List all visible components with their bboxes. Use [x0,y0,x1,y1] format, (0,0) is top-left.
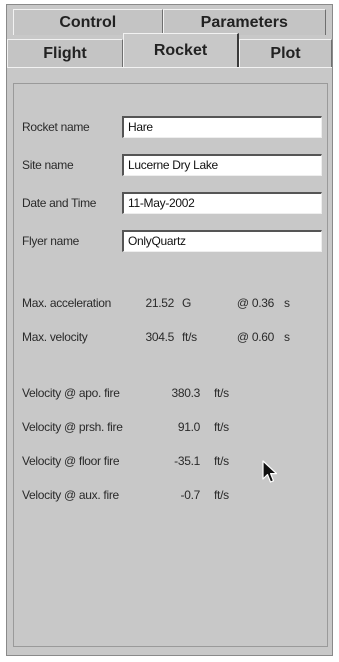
max-acceleration-value: 21.52 [145,296,174,310]
max-velocity-unit: ft/s [182,330,197,344]
site-name-label: Site name [22,158,74,172]
velocity-prsh-label: Velocity @ prsh. fire [22,420,123,434]
max-acceleration-unit: G [182,296,192,310]
velocity-prsh-unit: ft/s [214,420,229,434]
tab-control[interactable]: Control [13,9,163,35]
velocity-floor-label: Velocity @ floor fire [22,454,120,468]
rocket-window: Control Parameters Flight Rocket Plot Ro… [6,4,333,656]
velocity-apo-value: 380.3 [171,386,200,400]
velocity-floor-unit: ft/s [214,454,229,468]
max-velocity-label: Max. velocity [22,330,88,344]
velocity-apo-label: Velocity @ apo. fire [22,386,120,400]
max-acceleration-time: @ 0.36 [236,296,274,310]
flyer-name-row: Flyer name OnlyQuartz [22,230,322,252]
max-velocity-row: Max. velocity 304.5 ft/s @ 0.60 s [22,330,290,344]
site-name-row: Site name Lucerne Dry Lake [22,154,322,176]
date-time-label: Date and Time [22,196,97,210]
max-velocity-value: 304.5 [145,330,174,344]
velocity-aux-value: -0.7 [180,488,201,502]
tab-parameters[interactable]: Parameters [162,9,326,35]
tab-flight[interactable]: Flight [7,39,123,67]
rocket-panel: Rocket name Hare Site name Lucerne Dry L… [13,83,328,647]
flyer-name-label: Flyer name [22,234,80,248]
date-time-row: Date and Time 11-May-2002 [22,192,322,214]
max-velocity-time-unit: s [284,330,290,344]
rocket-name-row: Rocket name Hare [22,116,322,138]
flyer-name-input[interactable]: OnlyQuartz [122,230,322,252]
velocity-aux-label: Velocity @ aux. fire [22,488,119,502]
max-acceleration-label: Max. acceleration [22,296,111,310]
velocity-prsh-row: Velocity @ prsh. fire 91.0 ft/s [22,420,229,434]
max-velocity-time: @ 0.60 [236,330,274,344]
tab-divider [7,67,332,68]
max-acceleration-time-unit: s [284,296,290,310]
tab-row-back: Control Parameters [7,9,332,35]
mouse-pointer-icon [262,460,278,483]
velocity-floor-row: Velocity @ floor fire -35.1 ft/s [22,454,229,468]
velocity-prsh-value: 91.0 [177,420,200,434]
velocity-apo-unit: ft/s [214,386,229,400]
tab-rocket[interactable]: Rocket [123,33,239,67]
tab-plot[interactable]: Plot [239,39,332,67]
velocity-floor-value: -35.1 [174,454,200,468]
site-name-input[interactable]: Lucerne Dry Lake [122,154,322,176]
velocity-apo-row: Velocity @ apo. fire 380.3 ft/s [22,386,229,400]
velocity-aux-row: Velocity @ aux. fire -0.7 ft/s [22,488,229,502]
max-acceleration-row: Max. acceleration 21.52 G @ 0.36 s [22,296,290,310]
rocket-name-label: Rocket name [22,120,90,134]
tab-row-front: Flight Rocket Plot [7,33,332,67]
velocity-aux-unit: ft/s [214,488,229,502]
rocket-name-input[interactable]: Hare [122,116,322,138]
date-time-input[interactable]: 11-May-2002 [122,192,322,214]
